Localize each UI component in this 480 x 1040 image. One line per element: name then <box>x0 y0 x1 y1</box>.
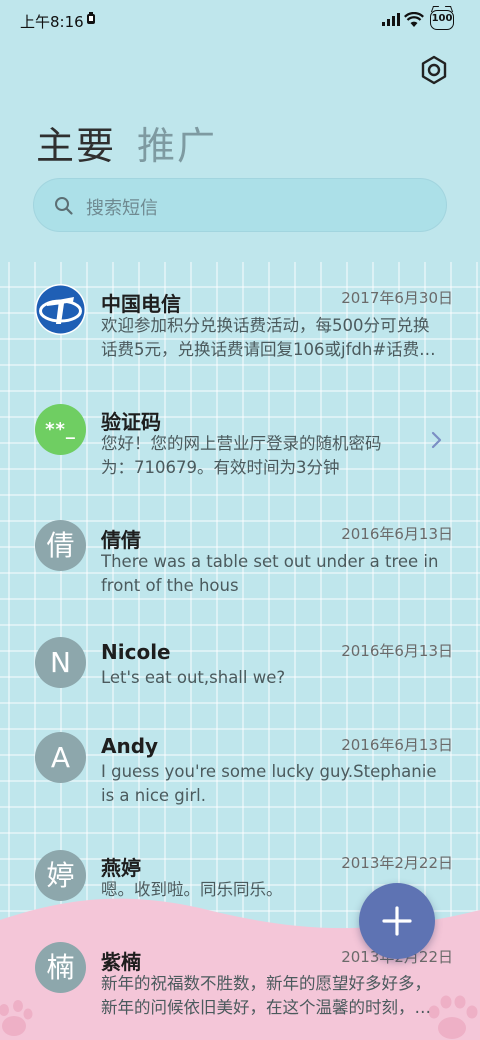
status-bar: 上午8:16 100 <box>0 0 480 42</box>
message-preview-line: front of the hous <box>101 576 239 595</box>
sender-name: 验证码 <box>101 410 161 434</box>
tab-primary[interactable]: 主要 <box>36 115 116 170</box>
search-icon <box>55 197 73 215</box>
message-preview-line: 欢迎参加积分兑换话费活动，每500分可兑换 <box>101 316 430 335</box>
message-date: 2016年6月13日 <box>341 736 453 754</box>
avatar <box>35 284 86 335</box>
avatar: 婷 <box>35 850 86 901</box>
signal-icon <box>382 13 400 26</box>
conversation-item[interactable]: 中国电信 2017年6月30日 欢迎参加积分兑换话费活动，每500分可兑换 话费… <box>0 270 480 380</box>
avatar: 倩 <box>35 520 86 571</box>
sender-name: 紫楠 <box>101 950 141 974</box>
avatar: 楠 <box>35 942 86 993</box>
wifi-icon <box>404 12 424 27</box>
sender-name: 倩倩 <box>101 528 141 552</box>
message-preview-line: 您好！您的网上营业厅登录的随机密码 <box>101 434 382 453</box>
sender-name: Andy <box>101 734 159 758</box>
avatar: A <box>35 732 86 783</box>
status-time: 上午8:16 <box>20 13 84 31</box>
conversation-item[interactable]: **_ 验证码 您好！您的网上营业厅登录的随机密码 为：710679。有效时间为… <box>0 390 480 490</box>
avatar: N <box>35 637 86 688</box>
conversation-item[interactable]: N Nicole 2016年6月13日 Let's eat out,shall … <box>0 628 480 708</box>
message-date: 2013年2月22日 <box>341 854 453 872</box>
new-message-button[interactable] <box>359 883 435 959</box>
sender-name: 燕婷 <box>101 856 141 880</box>
message-preview-line: I guess you're some lucky guy.Stephanie <box>101 762 437 781</box>
message-preview-line: 新年的祝福数不胜数，新年的愿望好多好多， <box>101 974 431 993</box>
message-date: 2016年6月13日 <box>341 525 453 543</box>
battery-icon: 100 <box>430 10 454 30</box>
avatar: **_ <box>35 404 86 455</box>
conversation-item[interactable]: A Andy 2016年6月13日 I guess you're some lu… <box>0 724 480 824</box>
telecom-logo-icon <box>36 285 85 334</box>
message-date: 2017年6月30日 <box>341 289 453 307</box>
message-date: 2016年6月13日 <box>341 642 453 660</box>
conversation-item[interactable]: 倩 倩倩 2016年6月13日 There was a table set ou… <box>0 510 480 610</box>
message-preview-line: There was a table set out under a tree i… <box>101 552 439 571</box>
message-preview-line: 为：710679。有效时间为3分钟 <box>101 458 340 477</box>
settings-icon[interactable] <box>418 54 450 86</box>
search-input[interactable]: 搜索短信 <box>33 178 447 232</box>
plus-icon <box>382 906 412 936</box>
sender-name: 中国电信 <box>101 292 181 316</box>
message-preview-line: 话费5元，兑换话费请回复106或jfdh#话费… <box>101 340 436 359</box>
sender-name: Nicole <box>101 640 171 664</box>
message-preview-line: is a nice girl. <box>101 786 206 805</box>
search-placeholder: 搜索短信 <box>86 198 158 219</box>
chevron-right-icon[interactable] <box>430 430 444 450</box>
message-preview-line: Let's eat out,shall we? <box>101 668 286 687</box>
notification-icon <box>87 12 95 24</box>
tab-promo[interactable]: 推广 <box>137 115 217 170</box>
message-preview-line: 新年的问候依旧美好，在这个温馨的时刻，… <box>101 998 431 1017</box>
